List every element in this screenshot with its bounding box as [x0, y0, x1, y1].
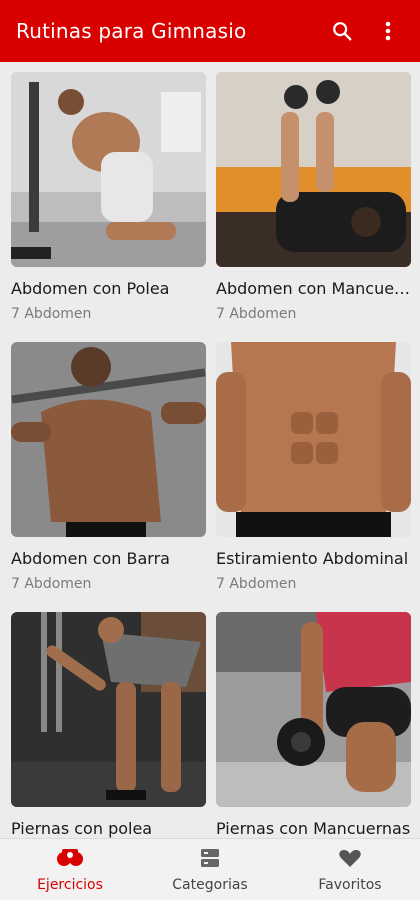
exercise-card[interactable]: Abdomen con Barra 7 Abdomen — [11, 342, 206, 592]
app-title: Rutinas para Gimnasio — [16, 19, 247, 43]
exercise-title: Abdomen con Mancuernas — [216, 279, 411, 298]
exercise-card[interactable]: Abdomen con Polea 7 Abdomen — [11, 72, 206, 322]
exercise-thumbnail[interactable] — [216, 72, 411, 267]
nav-label: Categorias — [172, 876, 248, 893]
exercise-grid: Abdomen con Polea 7 Abdomen Abdomen con … — [0, 62, 420, 838]
nav-item-categorias[interactable]: Categorias — [140, 839, 280, 900]
exercise-title: Piernas con polea — [11, 819, 153, 838]
app-bar: Rutinas para Gimnasio — [0, 0, 420, 62]
exercise-thumbnail[interactable] — [11, 342, 206, 537]
heart-icon — [338, 847, 362, 873]
exercise-subtitle: 7 Abdomen — [216, 576, 297, 592]
exercise-card[interactable]: Piernas con polea — [11, 612, 206, 838]
exercise-title: Estiramiento Abdominal — [216, 549, 409, 568]
exercise-thumbnail[interactable] — [216, 342, 411, 537]
nav-label: Ejercicios — [37, 876, 103, 893]
exercise-card[interactable]: Piernas con Mancuernas — [216, 612, 411, 838]
bottom-navigation: Ejercicios Categorias Favoritos — [0, 838, 420, 900]
nav-item-favoritos[interactable]: Favoritos — [280, 839, 420, 900]
exercise-title: Abdomen con Barra — [11, 549, 170, 568]
more-vert-icon[interactable] — [372, 15, 404, 47]
exercise-card[interactable]: Estiramiento Abdominal 7 Abdomen — [216, 342, 411, 592]
exercise-title: Abdomen con Polea — [11, 279, 170, 298]
exercise-subtitle: 7 Abdomen — [11, 576, 92, 592]
search-icon[interactable] — [326, 15, 358, 47]
exercise-subtitle: 7 Abdomen — [216, 306, 297, 322]
dumbbell-icon — [56, 847, 84, 873]
exercise-title: Piernas con Mancuernas — [216, 819, 411, 838]
exercise-card[interactable]: Abdomen con Mancuernas 7 Abdomen — [216, 72, 411, 322]
exercise-thumbnail[interactable] — [11, 612, 206, 807]
exercise-thumbnail[interactable] — [11, 72, 206, 267]
exercise-thumbnail[interactable] — [216, 612, 411, 807]
categories-icon — [199, 847, 221, 873]
nav-item-ejercicios[interactable]: Ejercicios — [0, 839, 140, 900]
nav-label: Favoritos — [318, 876, 382, 893]
exercise-subtitle: 7 Abdomen — [11, 306, 92, 322]
